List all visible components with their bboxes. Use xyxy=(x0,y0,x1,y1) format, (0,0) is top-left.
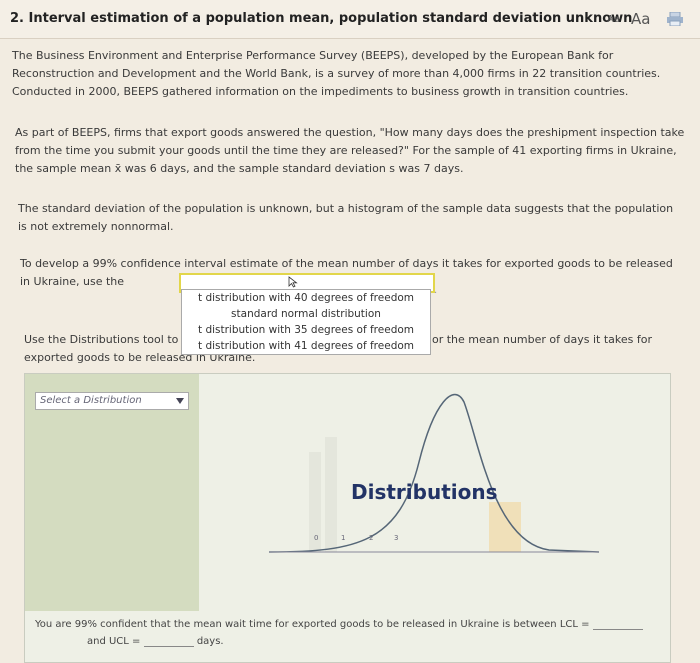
dropdown-tail-mark: . xyxy=(434,285,438,296)
font-decrease-button[interactable]: Aa xyxy=(607,14,620,25)
mouse-cursor-icon xyxy=(288,276,298,288)
tool-sidebar: Select a Distribution xyxy=(25,374,199,611)
question-paragraph: As part of BEEPS, firms that export good… xyxy=(15,126,685,175)
intro-paragraph: The Business Environment and Enterprise … xyxy=(12,49,661,98)
dropdown-options: t distribution with 40 degrees of freedo… xyxy=(181,289,431,355)
font-increase-button[interactable]: Aa xyxy=(631,10,650,28)
answer-ucl-row: and UCL = days. xyxy=(87,636,224,647)
ucl-input[interactable] xyxy=(143,636,194,647)
distribution-preview: 0 1 2 3 xyxy=(269,393,600,553)
dropdown-option[interactable]: t distribution with 40 degrees of freedo… xyxy=(182,290,430,306)
assumption-paragraph: The standard deviation of the population… xyxy=(18,202,674,233)
axis-tick-label: 2 xyxy=(369,534,373,542)
distributions-overlay-label: Distributions xyxy=(351,480,498,504)
tail-area xyxy=(489,502,521,552)
axis-tick-label: 3 xyxy=(394,534,398,542)
question-header: 2. Interval estimation of a population m… xyxy=(0,0,700,39)
dropdown-option[interactable]: t distribution with 35 degrees of freedo… xyxy=(182,322,430,338)
select-distribution-dropdown[interactable]: Select a Distribution xyxy=(35,392,189,410)
tool-instruction-left: Use the Distributions tool to xyxy=(24,333,179,346)
axis-tick-label: 1 xyxy=(341,534,345,542)
answer-sentence: You are 99% confident that the mean wait… xyxy=(35,619,643,630)
chevron-down-icon xyxy=(176,398,184,404)
dropdown-option[interactable]: t distribution with 41 degrees of freedo… xyxy=(182,338,430,354)
tool-instruction-right: or the mean number of days it takes for xyxy=(432,333,652,346)
answer-text: You are 99% confident that the mean wait… xyxy=(35,619,590,630)
dropdown-option[interactable]: standard normal distribution xyxy=(182,306,430,322)
unit-label: days. xyxy=(196,636,224,647)
question-title: 2. Interval estimation of a population m… xyxy=(10,11,633,26)
printer-icon[interactable] xyxy=(667,12,683,26)
select-distribution-label: Select a Distribution xyxy=(40,395,142,406)
lcl-input[interactable] xyxy=(592,619,643,630)
distributions-tool-panel: Select a Distribution 0 1 2 3 Distributi… xyxy=(24,373,671,663)
placeholder-bar xyxy=(325,437,337,552)
ucl-label: and UCL = xyxy=(87,636,141,647)
axis-tick-label: 0 xyxy=(314,534,318,542)
